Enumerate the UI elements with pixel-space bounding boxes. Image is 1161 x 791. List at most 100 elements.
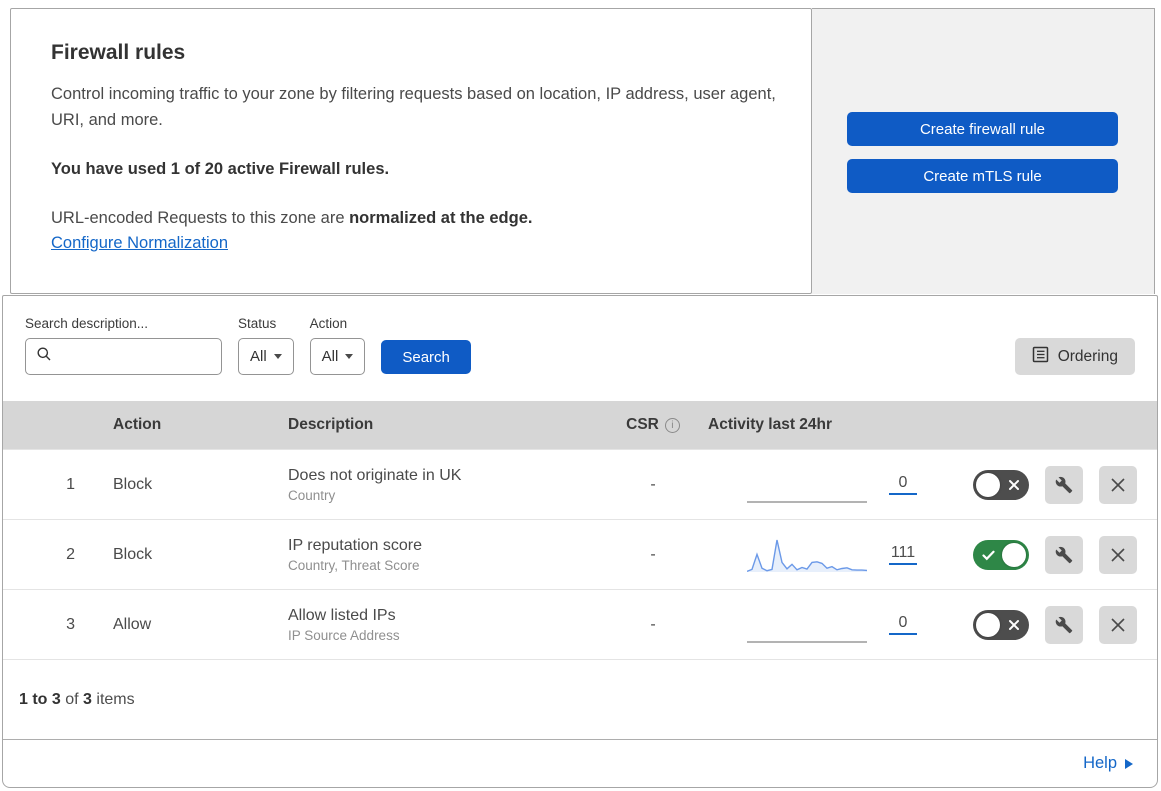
ordering-button[interactable]: Ordering — [1014, 338, 1135, 375]
edit-rule-button[interactable] — [1045, 535, 1083, 574]
search-button[interactable]: Search — [381, 340, 471, 374]
close-icon — [1111, 617, 1125, 632]
rule-description-cell: IP reputation score Country, Threat Scor… — [268, 537, 598, 573]
rule-fields: Country — [288, 487, 336, 503]
help-link[interactable]: Help — [1083, 754, 1133, 773]
rule-action: Allow — [113, 615, 152, 633]
column-description: Description — [288, 416, 374, 433]
rule-description: IP reputation score — [288, 536, 423, 554]
wrench-icon — [1055, 546, 1073, 563]
delete-rule-button[interactable] — [1099, 535, 1137, 574]
rule-description: Allow listed IPs — [288, 606, 396, 624]
pagination-summary: 1 to 3 of 3 items — [3, 659, 1157, 739]
activity-count-link[interactable]: 0 — [889, 474, 917, 495]
page-header-section: Firewall rules Control incoming traffic … — [10, 8, 1155, 294]
activity-sparkline — [747, 606, 867, 644]
help-link-label: Help — [1083, 754, 1117, 772]
table-row: 3 Allow Allow listed IPs IP Source Addre… — [3, 589, 1157, 659]
normalization-text: URL-encoded Requests to this zone are — [51, 208, 350, 227]
actions-panel-buttons: Create firewall rule Create mTLS rule — [847, 112, 1118, 193]
column-csr-label: CSR — [626, 416, 659, 433]
page-description: Control incoming traffic to your zone by… — [51, 85, 776, 130]
filter-controls: Search description... Status All Action … — [25, 316, 471, 375]
action-filter-group: Action All — [309, 316, 366, 375]
normalization-notice: URL-encoded Requests to this zone are no… — [51, 209, 771, 228]
activity-sparkline — [747, 466, 867, 504]
delete-rule-button[interactable] — [1099, 465, 1137, 504]
usage-notice: You have used 1 of 20 active Firewall ru… — [51, 159, 390, 178]
create-mtls-rule-button[interactable]: Create mTLS rule — [847, 159, 1118, 193]
rule-csr-value: - — [650, 545, 656, 563]
rule-priority: 1 — [66, 475, 75, 493]
actions-panel: Create firewall rule Create mTLS rule — [812, 8, 1155, 294]
rule-csr-value: - — [650, 615, 656, 633]
rule-priority: 2 — [66, 545, 75, 563]
delete-rule-button[interactable] — [1099, 605, 1137, 644]
arrow-right-icon — [1125, 758, 1133, 769]
wrench-icon — [1055, 476, 1073, 493]
edit-rule-button[interactable] — [1045, 465, 1083, 504]
search-group: Search description... — [25, 316, 222, 375]
rule-csr-value: - — [650, 475, 656, 493]
toggle-knob — [976, 612, 1000, 637]
ordering-button-label: Ordering — [1057, 347, 1118, 365]
rule-action: Block — [113, 545, 153, 563]
rule-enabled-toggle[interactable] — [973, 609, 1029, 640]
action-select-value: All — [321, 348, 339, 365]
x-icon — [1009, 479, 1019, 490]
status-label: Status — [238, 316, 277, 331]
chevron-down-icon — [345, 354, 354, 359]
rule-description: Does not originate in UK — [288, 466, 462, 484]
pagination-of: of — [60, 690, 84, 708]
search-box[interactable] — [25, 338, 222, 375]
rule-activity-cell: 111 — [708, 536, 957, 574]
toggle-knob — [1002, 542, 1026, 567]
rules-list-section: Search description... Status All Action … — [2, 295, 1158, 788]
rule-activity-cell: 0 — [708, 606, 957, 644]
help-bar: Help — [3, 739, 1157, 787]
status-select[interactable]: All — [238, 338, 294, 375]
x-icon — [1009, 619, 1019, 630]
firewall-rules-page: Firewall rules Control incoming traffic … — [0, 0, 1161, 791]
chevron-down-icon — [273, 354, 282, 359]
rule-controls — [957, 465, 1157, 504]
page-title: Firewall rules — [51, 41, 186, 64]
activity-count-link[interactable]: 0 — [889, 614, 917, 635]
configure-normalization-link[interactable]: Configure Normalization — [51, 234, 228, 252]
table-row: 1 Block Does not originate in UK Country… — [3, 449, 1157, 519]
close-icon — [1111, 477, 1125, 492]
pagination-total: 3 — [83, 690, 92, 708]
filter-bar: Search description... Status All Action … — [3, 296, 1157, 401]
check-icon — [982, 550, 995, 560]
status-select-value: All — [250, 348, 267, 365]
table-row: 2 Block IP reputation score Country, Thr… — [3, 519, 1157, 589]
rule-controls — [957, 535, 1157, 574]
rule-action: Block — [113, 475, 153, 493]
rule-fields: Country, Threat Score — [288, 557, 420, 573]
create-firewall-rule-button[interactable]: Create firewall rule — [847, 112, 1118, 146]
search-input[interactable] — [60, 348, 211, 365]
rule-description-cell: Does not originate in UK Country — [268, 467, 598, 503]
rule-description-cell: Allow listed IPs IP Source Address — [268, 607, 598, 643]
search-label: Search description... — [25, 316, 149, 331]
column-action: Action — [113, 416, 162, 433]
close-icon — [1111, 547, 1125, 562]
status-filter-group: Status All — [238, 316, 294, 375]
action-select[interactable]: All — [309, 338, 366, 375]
rule-fields: IP Source Address — [288, 627, 400, 643]
ordering-list-icon — [1032, 346, 1049, 368]
wrench-icon — [1055, 616, 1073, 633]
rule-controls — [957, 605, 1157, 644]
rule-enabled-toggle[interactable] — [973, 469, 1029, 500]
normalization-bold: normalized at the edge. — [349, 208, 533, 227]
rule-activity-cell: 0 — [708, 466, 957, 504]
activity-count-link[interactable]: 111 — [889, 544, 917, 565]
edit-rule-button[interactable] — [1045, 605, 1083, 644]
pagination-range: 1 to 3 — [19, 690, 61, 708]
search-icon — [36, 346, 52, 367]
column-csr: CSR i — [598, 416, 708, 434]
activity-sparkline — [747, 536, 867, 574]
info-icon[interactable]: i — [664, 417, 680, 433]
rule-enabled-toggle[interactable] — [973, 539, 1029, 570]
pagination-items: items — [91, 690, 135, 708]
